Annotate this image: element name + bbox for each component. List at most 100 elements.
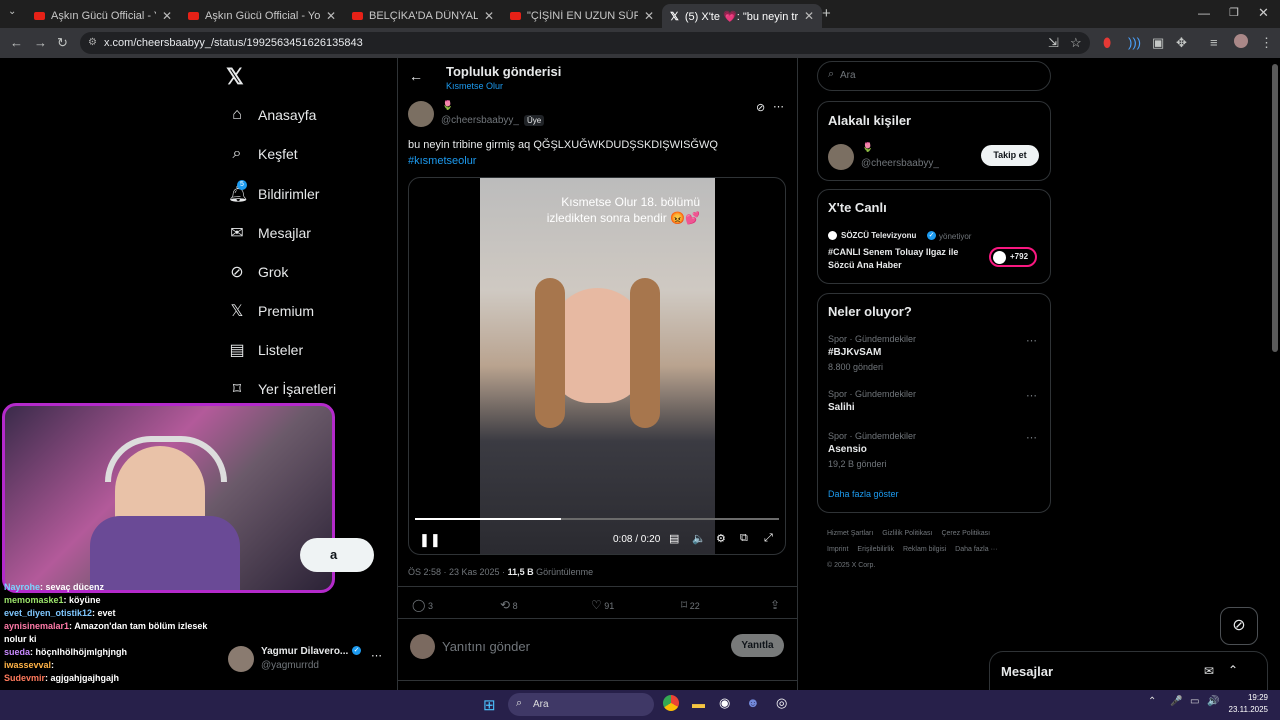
author-avatar[interactable] [408, 101, 434, 127]
live-host[interactable]: SÖZCÜ Televizyonu [841, 231, 916, 240]
footer-link[interactable]: Hizmet Şartları [827, 530, 873, 537]
footer-link[interactable]: Gizlilik Politikası [882, 530, 932, 537]
trend-item[interactable]: Spor · Gündemdekiler Asensio 19,2 B gönder… [828, 431, 1040, 471]
footer-link[interactable]: Daha fazla ··· [955, 546, 997, 553]
mic-icon[interactable]: 🎤 [1170, 696, 1182, 707]
speaker-icon[interactable]: 🔊 [1207, 696, 1219, 707]
trend-more-icon[interactable]: ⋯ [1026, 334, 1037, 347]
forward-icon[interactable]: → [34, 35, 47, 50]
related-handle[interactable]: @cheersbaabyy_ [861, 158, 939, 169]
bookmark-action[interactable]: ⌑ 22 [681, 598, 700, 612]
close-tab-icon[interactable]: ✕ [804, 9, 814, 23]
account-more-icon[interactable]: ⋯ [371, 649, 382, 662]
site-info-icon[interactable]: ⚙ [88, 32, 97, 54]
chrome-icon[interactable] [663, 695, 679, 711]
footer-link[interactable]: Reklam bilgisi [903, 546, 946, 553]
start-icon[interactable]: ⊞ [483, 696, 496, 714]
share-icon[interactable]: ⇪ [770, 598, 780, 612]
minimize-icon[interactable]: — [1198, 6, 1210, 20]
close-window-icon[interactable]: ✕ [1258, 5, 1269, 21]
sidebar-item[interactable]: 𝕏 Premium [228, 301, 314, 321]
sidebar-item[interactable]: ⌕ Keşfet [228, 145, 298, 163]
post-more-icon[interactable]: ⋯ [773, 100, 784, 113]
maximize-icon[interactable]: ❐ [1229, 6, 1239, 19]
video-progress-track[interactable] [415, 518, 779, 520]
back-icon[interactable]: ← [10, 35, 23, 50]
browser-tab[interactable]: BELÇİKA'DA DÜNYALARI YEDİM ✕ [344, 4, 502, 28]
network-icon[interactable]: ▭ [1190, 696, 1199, 707]
post-button[interactable]: a [300, 538, 374, 572]
sidebar-item[interactable]: ✉ Mesajlar [228, 223, 311, 243]
volume-icon[interactable]: 🔈 [692, 532, 706, 545]
pip-icon[interactable]: ⧉ [740, 532, 748, 545]
post-timestamp[interactable]: ÖS 2:58 · 23 Kas 2025 · [408, 567, 508, 577]
close-tab-icon[interactable]: ✕ [326, 9, 336, 23]
like-action[interactable]: ♡ 91 [591, 598, 614, 612]
extension-box-icon[interactable]: ▣ [1152, 35, 1164, 51]
trend-item[interactable]: Spor · Gündemdekiler #BJKvSAM 8.800 gönder… [828, 334, 1040, 374]
close-tab-icon[interactable]: ✕ [644, 9, 654, 23]
extensions-puzzle-icon[interactable]: ✥ [1176, 35, 1187, 51]
live-text[interactable]: #CANLI Senem Toluay Ilgaz ile Sözcü Ana … [828, 246, 978, 272]
settings-icon[interactable]: ⚙ [716, 532, 726, 545]
reload-icon[interactable]: ↻ [57, 35, 68, 51]
grok-post-icon[interactable]: ⊘ [756, 101, 765, 114]
bookmark-star-icon[interactable]: ☆ [1070, 35, 1082, 51]
scrollbar-thumb[interactable] [1272, 64, 1278, 352]
messages-drawer[interactable]: Mesajlar ✉ ⌃ [989, 651, 1268, 692]
browser-tab[interactable]: "ÇİŞİNİ EN UZUN SÜRE TUTAN ✕ [502, 4, 662, 28]
address-bar[interactable]: ⚙ x.com/cheersbaabyy_/status/19925634516… [80, 32, 1090, 54]
footer-link[interactable]: Imprint [827, 546, 848, 553]
sidebar-item[interactable]: ⌂ Anasayfa [228, 106, 316, 124]
follow-button[interactable]: Takip et [981, 145, 1039, 166]
obs-icon[interactable]: ◎ [776, 695, 787, 711]
post-hashtag[interactable]: #kısmetseolur [408, 155, 476, 167]
sidebar-item[interactable]: ⌑ Yer İşaretleri [228, 379, 336, 399]
author-handle[interactable]: @cheersbaabyy_ [441, 115, 519, 126]
new-message-icon[interactable]: ✉ [1204, 664, 1214, 678]
footer-link[interactable]: Çerez Politikası [941, 530, 990, 537]
extension-sound-icon[interactable]: ))) [1128, 35, 1141, 50]
browser-tab[interactable]: Aşkın Gücü Official - YouTube ✕ [26, 4, 180, 28]
video-player[interactable]: Kısmetse Olur 18. bölümü izledikten sonr… [408, 177, 786, 555]
expand-icon[interactable]: ⌃ [1228, 663, 1238, 677]
clock-time[interactable]: 19:29 [1230, 693, 1268, 702]
browser-menu-icon[interactable]: ⋮ [1260, 35, 1273, 51]
discord-icon[interactable]: ☻ [746, 695, 760, 710]
file-explorer-icon[interactable]: ▬ [692, 696, 705, 711]
tray-chevron-icon[interactable]: ⌃ [1148, 696, 1156, 707]
close-tab-icon[interactable]: ✕ [162, 9, 172, 23]
grok-fab-icon[interactable]: ⊘ [1220, 607, 1258, 645]
account-switcher[interactable]: Yagmur Dilavero... ✓ @yagmurrdd ⋯ [228, 646, 382, 676]
sidebar-item[interactable]: ⊘ Grok [228, 262, 288, 282]
repost-action[interactable]: ⟲ 8 [500, 598, 518, 612]
trend-item[interactable]: Spor · Gündemdekiler Salihi ⋯ [828, 389, 1040, 429]
trend-more-icon[interactable]: ⋯ [1026, 389, 1037, 402]
extension-red-icon[interactable]: ⬮ [1103, 35, 1111, 51]
footer-link[interactable]: Erişilebilirlik [857, 546, 894, 553]
browser-tab[interactable]: 𝕏 (5) X'te 💗: "bu neyin tribin ✕ [662, 4, 822, 28]
trend-more-icon[interactable]: ⋯ [1026, 431, 1037, 444]
steam-icon[interactable]: ◉ [719, 695, 730, 711]
reply-input[interactable]: Yanıtını gönder [442, 639, 530, 654]
fullscreen-icon[interactable]: ⤢ [764, 532, 773, 545]
browser-tab[interactable]: Aşkın Gücü Official - YouTube ✕ [180, 4, 344, 28]
close-tab-icon[interactable]: ✕ [484, 9, 494, 23]
sidebar-item[interactable]: 🔔︎ 5 Bildirimler [228, 180, 319, 204]
reply-action[interactable]: ◯ 3 [412, 598, 433, 612]
captions-icon[interactable]: ▤ [669, 532, 679, 545]
back-arrow-icon[interactable]: ← [409, 68, 423, 84]
search-box[interactable]: ⌕ Ara [817, 61, 1051, 91]
show-more-link[interactable]: Daha fazla göster [828, 489, 899, 499]
reply-button[interactable]: Yanıtla [731, 634, 784, 657]
profile-avatar[interactable] [1234, 34, 1248, 48]
x-logo-icon[interactable]: 𝕏 [226, 64, 244, 90]
new-tab-icon[interactable]: + [822, 5, 831, 22]
clock-date[interactable]: 23.11.2025 [1222, 705, 1268, 714]
related-avatar[interactable] [828, 144, 854, 170]
sidebar-item[interactable]: ▤ Listeler [228, 340, 303, 360]
live-viewers[interactable]: +792 [989, 247, 1037, 267]
taskbar-search[interactable]: ⌕ Ara [508, 693, 654, 716]
reading-list-icon[interactable]: ≡ [1210, 35, 1218, 50]
tab-search-icon[interactable]: ⌄ [8, 6, 16, 17]
